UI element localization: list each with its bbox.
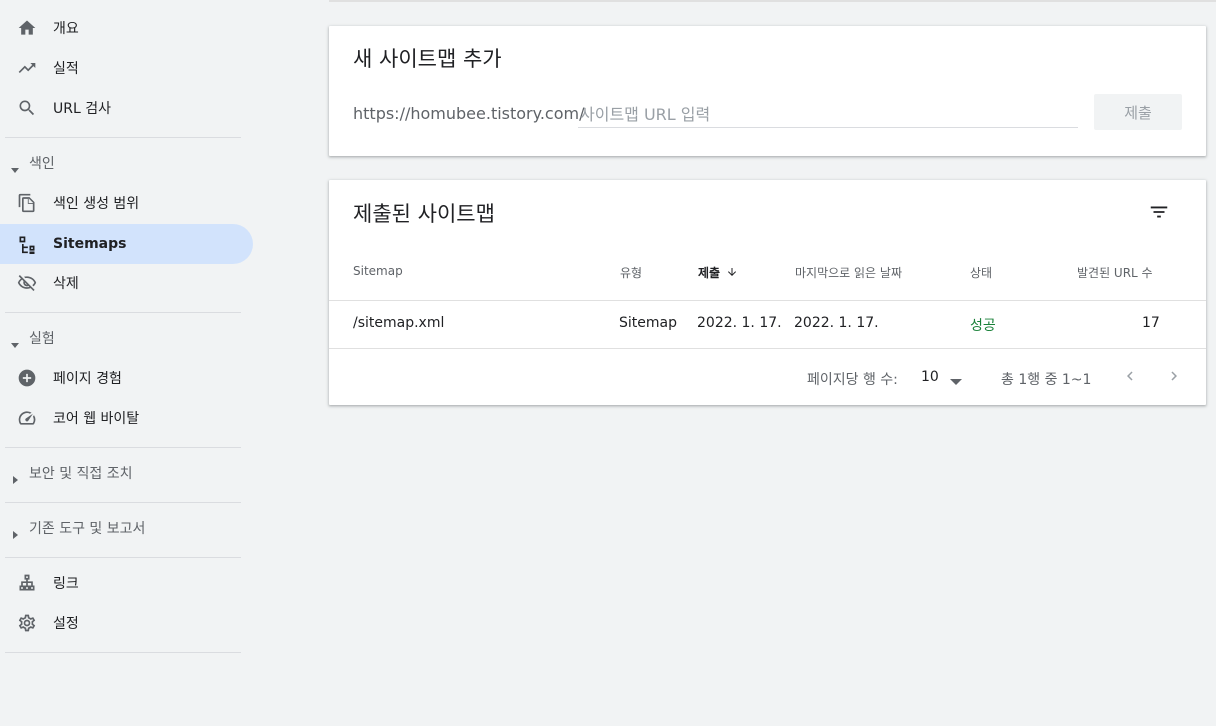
section-index[interactable]: 색인: [0, 148, 245, 178]
table-divider: [329, 348, 1206, 349]
sidebar-item-settings[interactable]: 설정: [0, 603, 253, 643]
previous-page-button[interactable]: [1118, 364, 1142, 388]
home-icon: [16, 17, 38, 39]
sitemap-icon: [16, 233, 38, 255]
sitemap-url-input[interactable]: [578, 102, 1078, 128]
section-label: 보안 및 직접 조치: [29, 466, 133, 482]
column-header-sitemap[interactable]: Sitemap: [353, 264, 403, 278]
chevron-down-icon[interactable]: [949, 372, 963, 385]
cell-last-read: 2022. 1. 17.: [794, 315, 879, 331]
rows-per-page-select[interactable]: 10: [921, 369, 939, 385]
sidebar-item-label: 삭제: [53, 276, 79, 292]
sidebar-item-label: 페이지 경험: [53, 371, 122, 387]
chevron-right-icon: [1165, 367, 1183, 385]
top-divider: [329, 0, 1216, 2]
divider: [5, 652, 241, 653]
sidebar-item-overview[interactable]: 개요: [0, 8, 253, 48]
filter-icon: [1148, 201, 1170, 223]
search-icon: [16, 97, 38, 119]
caret-down-icon: [11, 159, 19, 173]
pagination-range: 총 1행 중 1~1: [1001, 372, 1092, 388]
sidebar-item-label: Sitemaps: [53, 236, 127, 252]
divider: [5, 137, 241, 138]
divider: [5, 502, 241, 503]
sidebar-item-sitemaps[interactable]: Sitemaps: [0, 224, 253, 264]
sidebar-item-label: URL 검사: [53, 101, 111, 117]
sidebar-item-label: 색인 생성 범위: [53, 196, 140, 212]
column-header-status[interactable]: 상태: [970, 264, 992, 281]
section-security[interactable]: 보안 및 직접 조치: [0, 458, 245, 488]
divider: [5, 312, 241, 313]
site-url-prefix: https://homubee.tistory.com/: [353, 104, 585, 123]
sidebar-item-url-inspection[interactable]: URL 검사: [0, 88, 253, 128]
copy-pages-icon: [16, 192, 38, 214]
cell-sitemap: /sitemap.xml: [353, 315, 445, 331]
sidebar-item-label: 설정: [53, 616, 79, 632]
section-label: 실험: [29, 331, 55, 347]
speedometer-icon: [16, 407, 38, 429]
next-page-button[interactable]: [1162, 364, 1186, 388]
sidebar-item-performance[interactable]: 실적: [0, 48, 253, 88]
section-experiments[interactable]: 실험: [0, 323, 245, 353]
divider: [5, 557, 241, 558]
trending-up-icon: [16, 57, 38, 79]
plus-circle-icon: [16, 367, 38, 389]
rows-per-page-label: 페이지당 행 수:: [807, 372, 898, 388]
sidebar-item-coverage[interactable]: 색인 생성 범위: [0, 183, 253, 223]
section-label: 색인: [29, 156, 55, 172]
sidebar-item-core-web-vitals[interactable]: 코어 웹 바이탈: [0, 398, 253, 438]
links-icon: [16, 572, 38, 594]
table-divider: [329, 300, 1206, 301]
arrow-down-icon: [726, 266, 738, 278]
submit-button[interactable]: 제출: [1094, 94, 1182, 130]
cell-discovered-urls: 17: [1142, 315, 1160, 331]
chevron-left-icon: [1121, 367, 1139, 385]
cell-submitted: 2022. 1. 17.: [697, 315, 782, 331]
sidebar-item-page-experience[interactable]: 페이지 경험: [0, 358, 253, 398]
column-header-label: 제출: [698, 266, 721, 280]
sidebar-item-label: 링크: [53, 576, 79, 592]
card-title: 새 사이트맵 추가: [353, 47, 502, 71]
caret-right-icon: [11, 524, 19, 539]
section-label: 기존 도구 및 보고서: [29, 521, 146, 537]
sidebar-item-label: 개요: [53, 21, 79, 37]
cell-type: Sitemap: [619, 315, 677, 331]
divider: [5, 447, 241, 448]
sidebar-item-label: 실적: [53, 61, 79, 77]
column-header-discovered-urls[interactable]: 발견된 URL 수: [1077, 264, 1153, 281]
filter-button[interactable]: [1143, 196, 1175, 228]
sidebar-item-links[interactable]: 링크: [0, 563, 253, 603]
caret-right-icon: [11, 469, 19, 484]
eye-off-icon: [16, 272, 38, 294]
column-header-type[interactable]: 유형: [620, 264, 642, 281]
sidebar-item-label: 코어 웹 바이탈: [53, 411, 140, 427]
submitted-sitemaps-card: 제출된 사이트맵 Sitemap 유형 제출 마지막으로 읽은 날짜 상태 발견…: [329, 180, 1206, 405]
section-legacy-tools[interactable]: 기존 도구 및 보고서: [0, 513, 245, 543]
caret-down-icon: [11, 334, 19, 348]
sidebar: 개요 실적 URL 검사 색인 색인 생성 범위 Sitemaps 삭제 실험 …: [0, 0, 260, 726]
column-header-last-read[interactable]: 마지막으로 읽은 날짜: [795, 264, 902, 281]
cell-status: 성공: [970, 318, 996, 334]
gear-icon: [16, 612, 38, 634]
sidebar-item-removals[interactable]: 삭제: [0, 263, 253, 303]
card-title: 제출된 사이트맵: [353, 202, 495, 226]
add-sitemap-card: 새 사이트맵 추가 https://homubee.tistory.com/ 제…: [329, 26, 1206, 156]
column-header-submitted[interactable]: 제출: [698, 264, 738, 281]
